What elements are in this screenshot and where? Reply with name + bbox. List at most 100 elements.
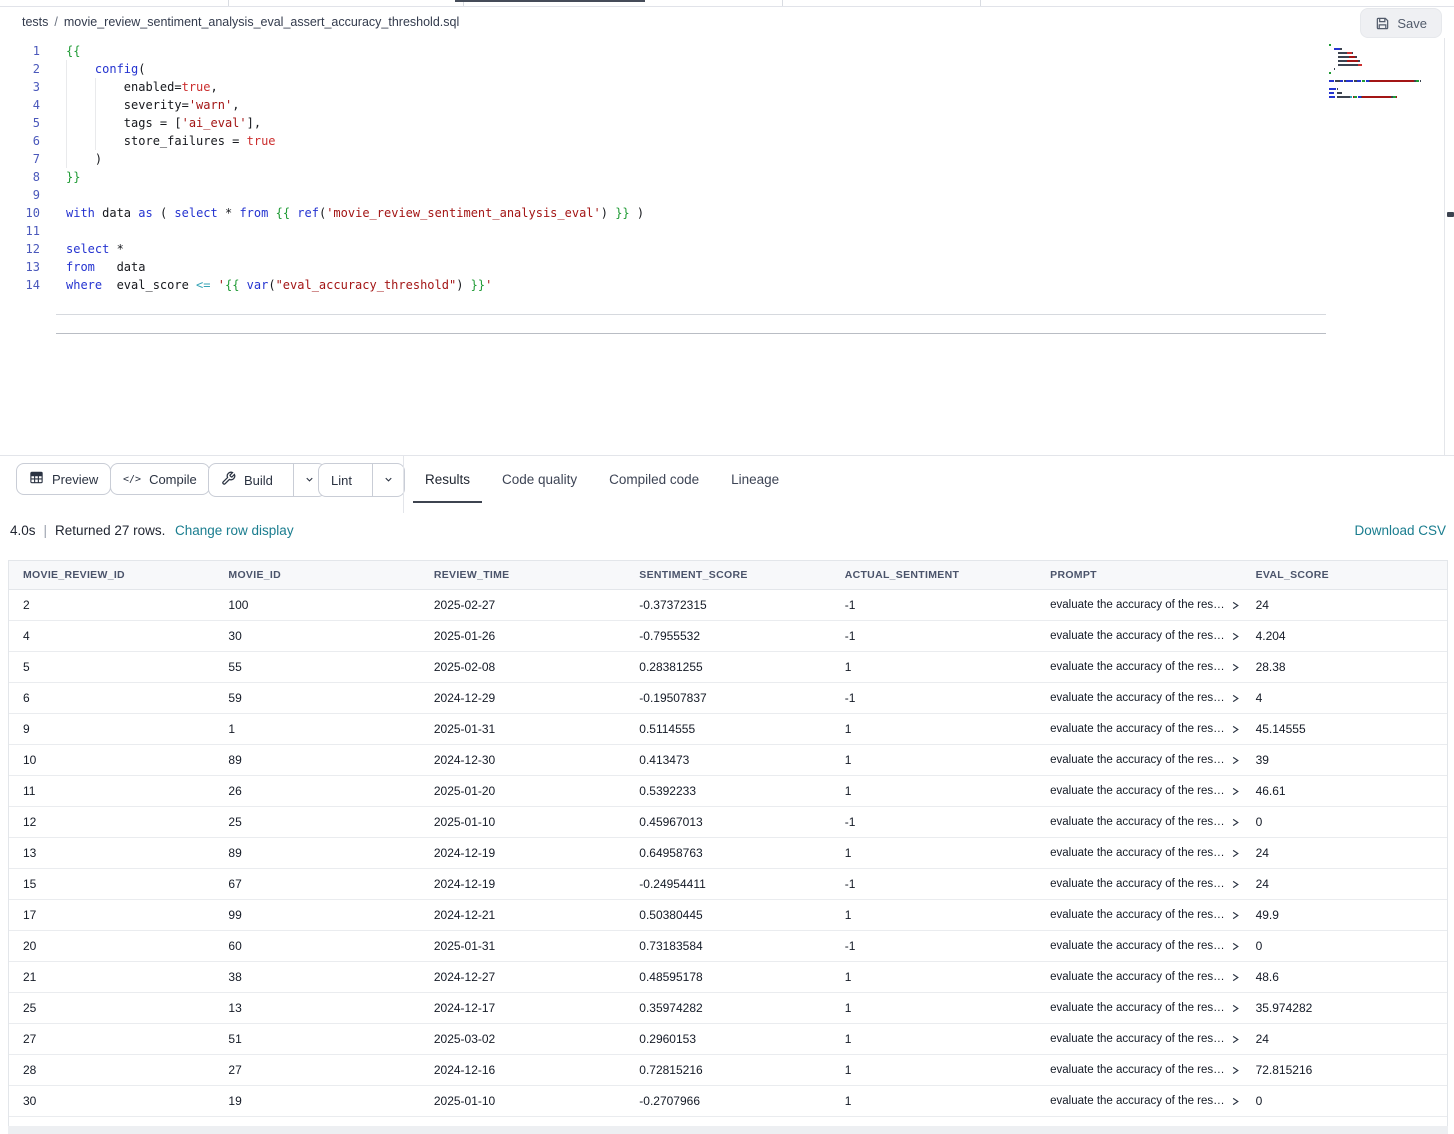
code-line-9[interactable]: 9	[0, 186, 644, 204]
table-body: 21002025-02-27-0.37372315-1evaluate the …	[9, 590, 1447, 1126]
cell-prompt: evaluate the accuracy of the res…	[1036, 1024, 1241, 1054]
prompt-truncated-text: evaluate the accuracy of the res…	[1050, 745, 1225, 775]
prompt-truncated-text: evaluate the accuracy of the res…	[1050, 1117, 1225, 1126]
cell-movie_id: 100	[214, 590, 419, 620]
editor-right-divider	[1444, 38, 1445, 455]
change-row-display-link[interactable]: Change row display	[175, 523, 294, 538]
expand-prompt-chevron-icon[interactable]	[1231, 972, 1240, 983]
cell-sentiment_score: 0.5392233	[625, 776, 830, 806]
cell-review_time: 2025-01-20	[420, 776, 625, 806]
lint-button[interactable]: Lint	[319, 464, 364, 496]
tab-code-quality[interactable]: Code quality	[490, 456, 589, 502]
query-elapsed-time: 4.0s	[10, 523, 36, 538]
code-line-1[interactable]: 1{{	[0, 42, 644, 60]
code-line-7[interactable]: 7 )	[0, 150, 644, 168]
column-header-review_time: REVIEW_TIME	[420, 561, 625, 589]
code-line-4[interactable]: 4 severity='warn',	[0, 96, 644, 114]
build-button[interactable]: Build	[209, 464, 285, 496]
cell-prompt: evaluate the accuracy of the res…	[1036, 1117, 1241, 1126]
expand-prompt-chevron-icon[interactable]	[1231, 755, 1240, 766]
table-row: 12252025-01-100.45967013-1evaluate the a…	[9, 807, 1447, 838]
cell-sentiment_score: 0.72815216	[625, 1055, 830, 1085]
table-row: 21382024-12-270.485951781evaluate the ac…	[9, 962, 1447, 993]
code-line-14[interactable]: 14where eval_score <= '{{ var("eval_accu…	[0, 276, 644, 294]
cell-review_time: 2024-12-19	[420, 838, 625, 868]
table-row: 28272024-12-160.728152161evaluate the ac…	[9, 1055, 1447, 1086]
table-row: 13892024-12-190.649587631evaluate the ac…	[9, 838, 1447, 869]
download-csv-link[interactable]: Download CSV	[1354, 523, 1446, 538]
code-editor[interactable]: 1{{2 config(3 enabled=true,4 severity='w…	[0, 38, 1454, 455]
code-line-13[interactable]: 13from data	[0, 258, 644, 276]
table-row: 4302025-01-26-0.7955532-1evaluate the ac…	[9, 621, 1447, 652]
cell-prompt: evaluate the accuracy of the res…	[1036, 745, 1241, 775]
top-tab-strip	[0, 0, 1454, 7]
code-line-6[interactable]: 6 store_failures = true	[0, 132, 644, 150]
cell-eval_score: 49.9	[1242, 900, 1447, 930]
expand-prompt-chevron-icon[interactable]	[1231, 1065, 1240, 1076]
expand-prompt-chevron-icon[interactable]	[1231, 1096, 1240, 1107]
cell-actual_sentiment: 1	[831, 714, 1036, 744]
expand-prompt-chevron-icon[interactable]	[1231, 941, 1240, 952]
table-row: 25132024-12-170.359742821evaluate the ac…	[9, 993, 1447, 1024]
expand-prompt-chevron-icon[interactable]	[1231, 600, 1240, 611]
editor-scrollbar[interactable]	[1447, 212, 1454, 217]
expand-prompt-chevron-icon[interactable]	[1231, 786, 1240, 797]
cell-movie_review_id: 15	[9, 869, 214, 899]
tab-compiled-code[interactable]: Compiled code	[597, 456, 711, 502]
cell-movie_id: 67	[214, 869, 419, 899]
cell-movie_id: 25	[214, 807, 419, 837]
expand-prompt-chevron-icon[interactable]	[1231, 1003, 1240, 1014]
cell-eval_score: 0	[1242, 1086, 1447, 1116]
cell-sentiment_score: 0.413473	[625, 745, 830, 775]
cell-review_time: 2025-01-10	[420, 1086, 625, 1116]
cell-prompt: evaluate the accuracy of the res…	[1036, 652, 1241, 682]
cell-review_time: 2025-02-24	[420, 1117, 625, 1126]
code-line-12[interactable]: 12select *	[0, 240, 644, 258]
cell-movie_id: 38	[214, 962, 419, 992]
line-number: 2	[0, 60, 40, 78]
tab-results[interactable]: Results	[413, 456, 482, 502]
save-button[interactable]: Save	[1360, 8, 1442, 38]
expand-prompt-chevron-icon[interactable]	[1231, 724, 1240, 735]
cell-eval_score: 24	[1242, 590, 1447, 620]
cell-movie_id: 99	[214, 900, 419, 930]
cell-movie_id: 27	[214, 1055, 419, 1085]
cell-movie_id: 1	[214, 714, 419, 744]
code-line-2[interactable]: 2 config(	[0, 60, 644, 78]
cell-prompt: evaluate the accuracy of the res…	[1036, 683, 1241, 713]
expand-prompt-chevron-icon[interactable]	[1231, 1034, 1240, 1045]
expand-prompt-chevron-icon[interactable]	[1231, 631, 1240, 642]
prompt-truncated-text: evaluate the accuracy of the res…	[1050, 869, 1225, 899]
code-line-3[interactable]: 3 enabled=true,	[0, 78, 644, 96]
cell-actual_sentiment: 1	[831, 1086, 1036, 1116]
preview-button[interactable]: Preview	[16, 463, 111, 495]
table-row: 10892024-12-300.4134731evaluate the accu…	[9, 745, 1447, 776]
code-line-10[interactable]: 10with data as ( select * from {{ ref('m…	[0, 204, 644, 222]
horizontal-scrollbar[interactable]	[8, 1126, 1448, 1134]
table-row: 17992024-12-210.503804451evaluate the ac…	[9, 900, 1447, 931]
cell-eval_score: 48.6	[1242, 962, 1447, 992]
code-lines: 1{{2 config(3 enabled=true,4 severity='w…	[0, 42, 644, 294]
expand-prompt-chevron-icon[interactable]	[1231, 693, 1240, 704]
cell-prompt: evaluate the accuracy of the res…	[1036, 1086, 1241, 1116]
compile-button[interactable]: </> Compile	[110, 463, 210, 495]
cell-movie_review_id: 10	[9, 745, 214, 775]
expand-prompt-chevron-icon[interactable]	[1231, 662, 1240, 673]
expand-prompt-chevron-icon[interactable]	[1231, 817, 1240, 828]
cell-prompt: evaluate the accuracy of the res…	[1036, 1055, 1241, 1085]
breadcrumb-folder[interactable]: tests	[22, 15, 48, 29]
expand-prompt-chevron-icon[interactable]	[1231, 910, 1240, 921]
code-line-11[interactable]: 11	[0, 222, 644, 240]
code-line-8[interactable]: 8}}	[0, 168, 644, 186]
active-line-highlight	[56, 314, 1326, 334]
expand-prompt-chevron-icon[interactable]	[1231, 848, 1240, 859]
cell-movie_id: 89	[214, 745, 419, 775]
editor-minimap[interactable]	[1329, 44, 1441, 100]
prompt-truncated-text: evaluate the accuracy of the res…	[1050, 962, 1225, 992]
table-grid-icon	[29, 470, 44, 488]
expand-prompt-chevron-icon[interactable]	[1231, 879, 1240, 890]
code-line-5[interactable]: 5 tags = ['ai_eval'],	[0, 114, 644, 132]
lint-dropdown-button[interactable]	[372, 464, 404, 496]
tab-lineage[interactable]: Lineage	[719, 456, 791, 502]
line-number: 1	[0, 42, 40, 60]
